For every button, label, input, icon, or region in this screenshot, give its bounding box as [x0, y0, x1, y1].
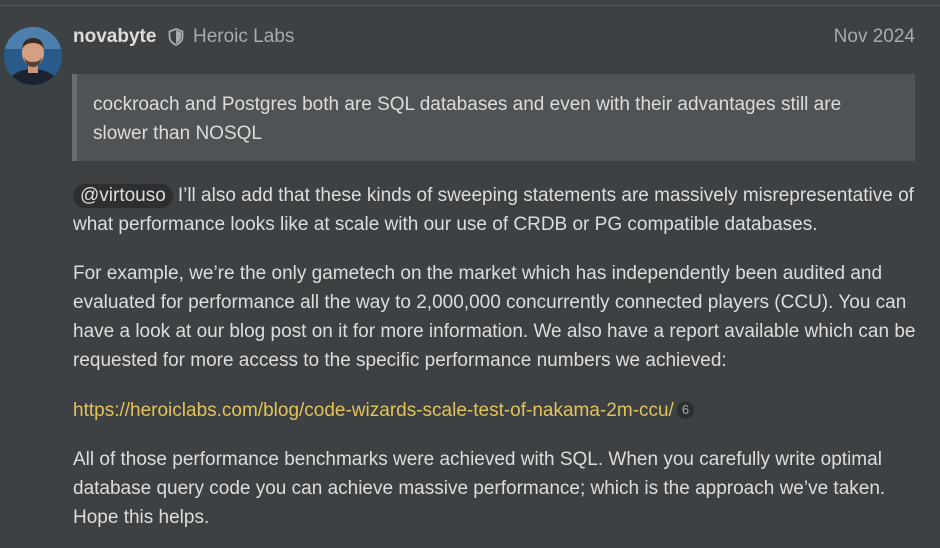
forum-post: novabyte Heroic Labs Nov 2024 cockroach … — [0, 0, 940, 548]
link-paragraph: https://heroiclabs.com/blog/code-wizards… — [73, 396, 918, 425]
avatar[interactable] — [4, 27, 62, 85]
paragraph-text: I’ll also add that these kinds of sweepi… — [73, 185, 914, 235]
avatar-image — [4, 27, 62, 85]
blog-post-link[interactable]: https://heroiclabs.com/blog/code-wizards… — [73, 400, 674, 421]
link-click-count-badge: 6 — [676, 401, 695, 419]
username-link[interactable]: novabyte — [73, 25, 156, 49]
post-meta: novabyte Heroic Labs Nov 2024 — [73, 25, 915, 49]
shield-icon — [168, 28, 184, 46]
quoted-text: cockroach and Postgres both are SQL data… — [72, 74, 915, 161]
post-paragraph: All of those performance benchmarks were… — [73, 449, 886, 528]
group-link[interactable]: Heroic Labs — [193, 25, 294, 49]
post-paragraph: @virtouso I’ll also add that these kinds … — [73, 181, 918, 239]
user-mention[interactable]: @virtouso — [73, 184, 173, 208]
post-paragraph: For example, we’re the only gametech on … — [73, 263, 916, 371]
post-date[interactable]: Nov 2024 — [834, 25, 915, 49]
